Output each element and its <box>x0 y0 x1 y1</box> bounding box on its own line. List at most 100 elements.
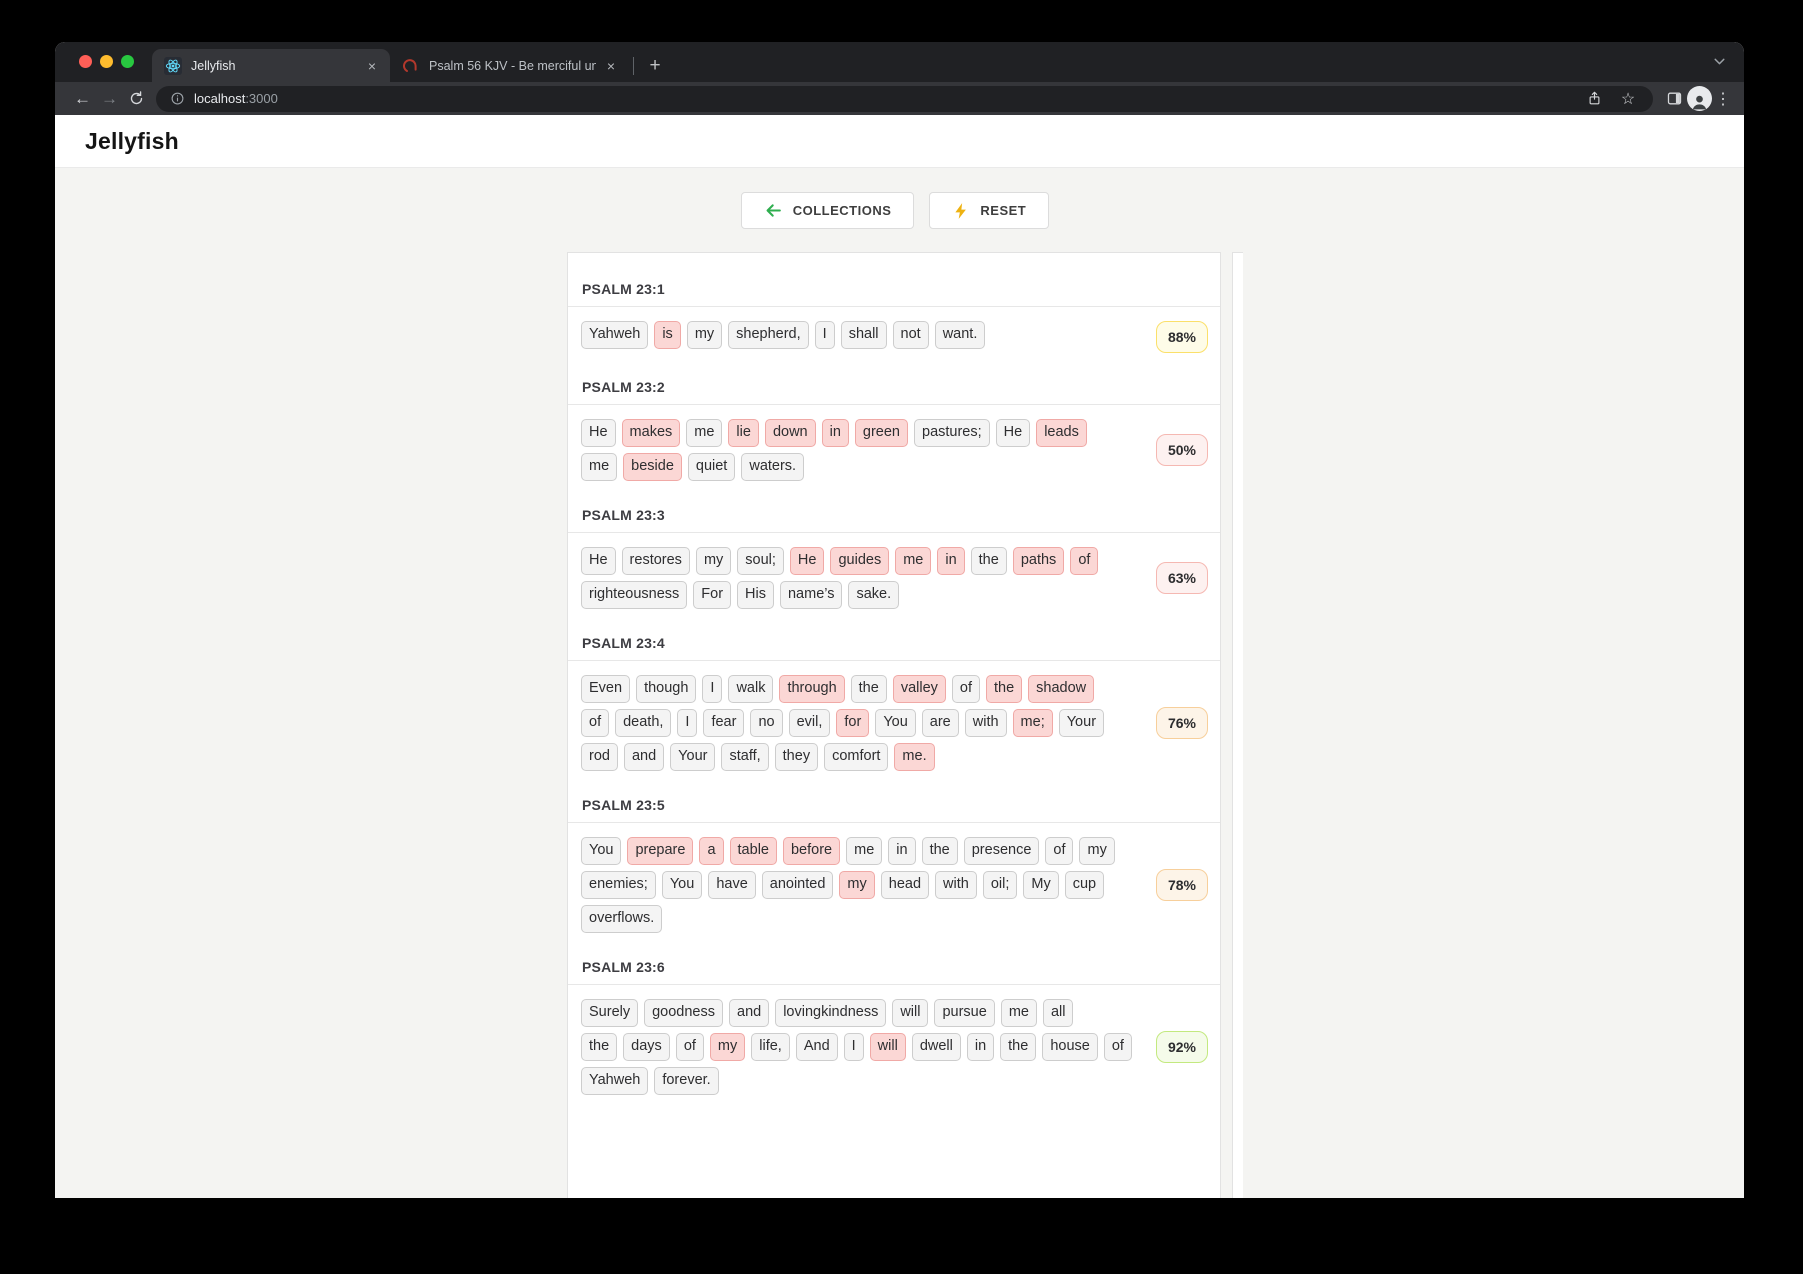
word-chip[interactable]: the <box>971 547 1007 575</box>
word-chip[interactable]: valley <box>893 675 946 703</box>
word-chip[interactable]: pastures; <box>914 419 990 447</box>
word-chip[interactable]: not <box>893 321 929 349</box>
word-chip[interactable]: My <box>1023 871 1058 899</box>
word-chip[interactable]: before <box>783 837 840 865</box>
word-chip[interactable]: will <box>892 999 928 1027</box>
word-chip[interactable]: fear <box>703 709 744 737</box>
word-chip[interactable]: my <box>687 321 722 349</box>
word-chip[interactable]: name’s <box>780 581 842 609</box>
word-chip[interactable]: He <box>996 419 1031 447</box>
word-chip[interactable]: with <box>935 871 977 899</box>
word-chip[interactable]: with <box>965 709 1007 737</box>
reset-button[interactable]: RESET <box>929 192 1049 229</box>
word-chip[interactable]: me <box>686 419 722 447</box>
word-chip[interactable]: He <box>790 547 825 575</box>
word-chip[interactable]: He <box>581 547 616 575</box>
word-chip[interactable]: a <box>699 837 723 865</box>
word-chip[interactable]: of <box>952 675 980 703</box>
profile-avatar[interactable] <box>1687 86 1712 111</box>
word-chip[interactable]: will <box>870 1033 906 1061</box>
word-chip[interactable]: of <box>1045 837 1073 865</box>
word-chip[interactable]: life, <box>751 1033 790 1061</box>
word-chip[interactable]: through <box>779 675 844 703</box>
close-button[interactable] <box>79 55 92 68</box>
word-chip[interactable]: His <box>737 581 774 609</box>
bookmark-star-icon[interactable]: ☆ <box>1615 86 1641 112</box>
word-chip[interactable]: of <box>676 1033 704 1061</box>
word-chip[interactable]: righteousness <box>581 581 687 609</box>
word-chip[interactable]: in <box>888 837 915 865</box>
word-chip[interactable]: though <box>636 675 696 703</box>
word-chip[interactable]: For <box>693 581 731 609</box>
word-chip[interactable]: they <box>775 743 818 771</box>
tab-close-icon[interactable]: × <box>605 59 617 73</box>
word-chip[interactable]: me <box>581 453 617 481</box>
word-chip[interactable]: pursue <box>934 999 994 1027</box>
word-chip[interactable]: paths <box>1013 547 1064 575</box>
word-chip[interactable]: the <box>851 675 887 703</box>
word-chip[interactable]: Yahweh <box>581 1067 648 1095</box>
word-chip[interactable]: oil; <box>983 871 1018 899</box>
word-chip[interactable]: all <box>1043 999 1074 1027</box>
word-chip[interactable]: me. <box>894 743 934 771</box>
word-chip[interactable]: guides <box>830 547 889 575</box>
word-chip[interactable]: cup <box>1065 871 1104 899</box>
word-chip[interactable]: table <box>730 837 777 865</box>
word-chip[interactable]: of <box>1070 547 1098 575</box>
word-chip[interactable]: my <box>696 547 731 575</box>
word-chip[interactable]: You <box>581 837 621 865</box>
word-chip[interactable]: beside <box>623 453 682 481</box>
word-chip[interactable]: quiet <box>688 453 735 481</box>
minimize-button[interactable] <box>100 55 113 68</box>
word-chip[interactable]: You <box>662 871 702 899</box>
word-chip[interactable]: death, <box>615 709 671 737</box>
word-chip[interactable]: prepare <box>627 837 693 865</box>
word-chip[interactable]: my <box>839 871 874 899</box>
word-chip[interactable]: is <box>654 321 680 349</box>
tab-1[interactable]: Jellyfish× <box>152 49 390 82</box>
new-tab-icon[interactable]: + <box>642 53 668 79</box>
word-chip[interactable]: me <box>895 547 931 575</box>
menu-dots-icon[interactable]: ⋮ <box>1712 89 1734 109</box>
word-chip[interactable]: waters. <box>741 453 804 481</box>
word-chip[interactable]: house <box>1042 1033 1098 1061</box>
word-chip[interactable]: in <box>822 419 849 447</box>
word-chip[interactable]: lovingkindness <box>775 999 886 1027</box>
word-chip[interactable]: I <box>702 675 722 703</box>
word-chip[interactable]: Yahweh <box>581 321 648 349</box>
word-chip[interactable]: I <box>677 709 697 737</box>
word-chip[interactable]: And <box>796 1033 838 1061</box>
word-chip[interactable]: walk <box>728 675 773 703</box>
share-icon[interactable] <box>1581 86 1607 112</box>
word-chip[interactable]: the <box>581 1033 617 1061</box>
word-chip[interactable]: lie <box>728 419 759 447</box>
word-chip[interactable]: my <box>1079 837 1114 865</box>
word-chip[interactable]: no <box>750 709 782 737</box>
word-chip[interactable]: forever. <box>654 1067 718 1095</box>
word-chip[interactable]: makes <box>622 419 681 447</box>
word-chip[interactable]: presence <box>964 837 1040 865</box>
word-chip[interactable]: my <box>710 1033 745 1061</box>
word-chip[interactable]: sake. <box>848 581 899 609</box>
word-chip[interactable]: shadow <box>1028 675 1094 703</box>
zoom-button[interactable] <box>121 55 134 68</box>
back-icon[interactable]: ← <box>69 85 96 112</box>
word-chip[interactable]: Your <box>670 743 715 771</box>
word-chip[interactable]: and <box>729 999 769 1027</box>
word-chip[interactable]: for <box>836 709 869 737</box>
word-chip[interactable]: comfort <box>824 743 888 771</box>
forward-icon[interactable]: → <box>96 85 123 112</box>
word-chip[interactable]: Even <box>581 675 630 703</box>
word-chip[interactable]: dwell <box>912 1033 961 1061</box>
word-chip[interactable]: Surely <box>581 999 638 1027</box>
word-chip[interactable]: in <box>937 547 964 575</box>
word-chip[interactable]: head <box>881 871 929 899</box>
tab-close-icon[interactable]: × <box>366 59 378 73</box>
word-chip[interactable]: want. <box>935 321 986 349</box>
word-chip[interactable]: me <box>846 837 882 865</box>
word-chip[interactable]: the <box>986 675 1022 703</box>
word-chip[interactable]: me; <box>1013 709 1053 737</box>
word-chip[interactable]: shepherd, <box>728 321 809 349</box>
word-chip[interactable]: overflows. <box>581 905 662 933</box>
side-panel-icon[interactable] <box>1661 86 1687 112</box>
